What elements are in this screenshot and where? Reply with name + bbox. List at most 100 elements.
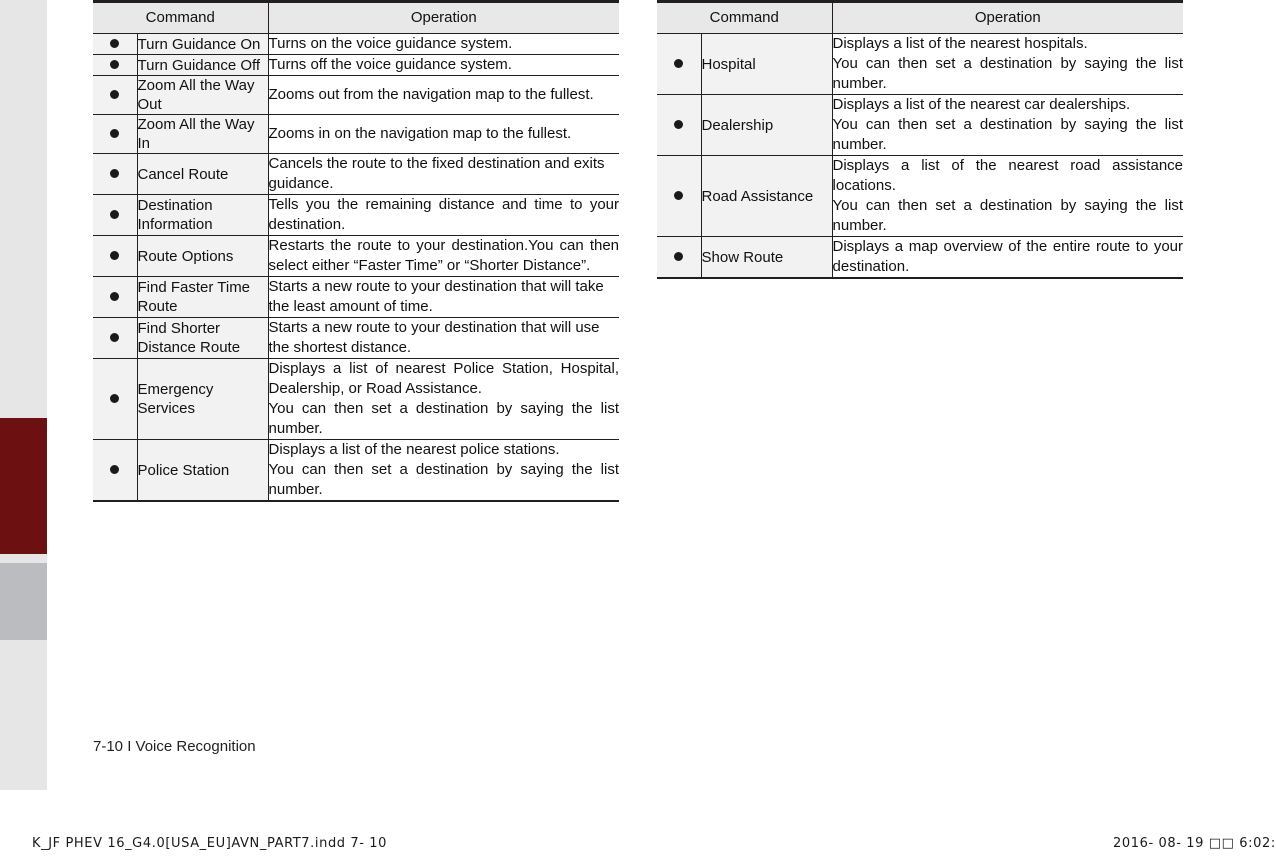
table-row: Find Faster Time Route Starts a new route… [93,276,620,318]
command-cell: Cancel Route [137,153,269,195]
table-body-left: Turn Guidance On Turns on the voice guida… [93,33,620,502]
bullet-icon [110,292,120,301]
print-timestamp: 2016- 08- 19 □□ 6:02:3 [1113,836,1276,851]
column-header-operation: Operation [832,1,1184,34]
command-cell: Find Shorter Distance Route [137,317,269,359]
table-row: Route Options Restarts the route to your … [93,235,620,277]
bullet-icon [110,251,120,260]
operation-line: Starts a new route to your destination t… [268,319,600,356]
table-row: Police Station Displays a list of the nea… [93,439,620,502]
command-cell: Police Station [137,439,269,502]
command-cell: Hospital [701,33,833,95]
operation-cell: Starts a new route to your destination t… [268,317,620,359]
operation-line: You can then set a destination by saying… [832,55,1184,92]
table-row: Show Route Displays a map overview of the… [657,236,1184,279]
operation-line: Displays a list of the nearest car deale… [832,96,1131,113]
bullet-icon [110,60,120,69]
print-info-bar: K_JF PHEV 16_G4.0[USA_EU]AVN_PART7.indd … [0,836,1276,856]
command-cell: Route Options [137,235,269,277]
bullet-icon [110,90,120,99]
operation-line: You can then set a destination by saying… [832,197,1184,234]
column-header-command: Command [93,1,269,34]
operation-line: Restarts the route to your destination.Y… [268,237,620,274]
row-bullet-cell [93,54,138,76]
row-bullet-cell [657,33,702,95]
command-cell: Turn Guidance On [137,33,269,55]
operation-cell: Turns on the voice guidance system. [268,33,620,55]
operation-line: Displays a list of the nearest hospitals… [832,35,1088,52]
operation-line: Displays a map overview of the entire ro… [832,238,1184,275]
row-bullet-cell [93,358,138,440]
row-bullet-cell [93,153,138,195]
table-row: Find Shorter Distance Route Starts a new … [93,317,620,359]
operation-line: You can then set a destination by saying… [832,116,1184,153]
operation-cell: Displays a list of the nearest police st… [268,439,620,502]
bullet-icon [110,465,120,474]
page-footer-label: 7-10 I Voice Recognition [93,738,256,755]
bullet-icon [674,252,684,261]
table-row: Dealership Displays a list of the nearest… [657,94,1184,156]
voice-command-table-left: Command Operation Turn Guidance On Turns … [93,0,620,502]
operation-line: Turns on the voice guidance system. [268,35,513,52]
command-cell: Zoom All the Way In [137,114,269,154]
table-header-row: Command Operation [93,1,620,34]
table-row: Turn Guidance On Turns on the voice guida… [93,33,620,55]
row-bullet-cell [657,236,702,279]
operation-cell: Displays a list of the nearest road assi… [832,155,1184,237]
operation-line: Zooms out from the navigation map to the… [268,86,594,103]
print-filename: K_JF PHEV 16_G4.0[USA_EU]AVN_PART7.indd … [32,836,388,851]
table-body-right: Hospital Displays a list of the nearest h… [657,33,1184,279]
column-header-command: Command [657,1,833,34]
row-bullet-cell [93,75,138,115]
command-cell: Road Assistance [701,155,833,237]
operation-cell: Zooms in on the navigation map to the fu… [268,114,620,154]
column-header-operation: Operation [268,1,620,34]
bullet-icon [110,169,120,178]
table-row: Zoom All the Way In Zooms in on the navig… [93,114,620,154]
command-cell: Destination Information [137,194,269,236]
operation-line: Displays a list of nearest Police Statio… [268,360,620,397]
operation-line: Zooms in on the navigation map to the fu… [268,125,572,142]
operation-line: Turns off the voice guidance system. [268,56,512,73]
operation-line: You can then set a destination by saying… [268,461,620,498]
manual-page: Command Operation Turn Guidance On Turns … [0,0,1276,853]
row-bullet-cell [93,114,138,154]
row-bullet-cell [93,317,138,359]
bullet-icon [110,210,120,219]
table-row: Emergency Services Displays a list of nea… [93,358,620,440]
row-bullet-cell [93,194,138,236]
command-cell: Dealership [701,94,833,156]
right-column: Command Operation Hospital Displays a lis… [657,0,1184,279]
row-bullet-cell [657,94,702,156]
operation-cell: Cancels the route to the fixed destinati… [268,153,620,195]
bullet-icon [110,333,120,342]
command-cell: Emergency Services [137,358,269,440]
bullet-icon [110,39,120,48]
operation-cell: Displays a list of nearest Police Statio… [268,358,620,440]
row-bullet-cell [657,155,702,237]
command-cell: Find Faster Time Route [137,276,269,318]
operation-line: Starts a new route to your destination t… [268,278,604,315]
voice-command-table-right: Command Operation Hospital Displays a lis… [657,0,1184,279]
row-bullet-cell [93,235,138,277]
operation-line: Cancels the route to the fixed destinati… [268,155,605,192]
operation-cell: Turns off the voice guidance system. [268,54,620,76]
bullet-icon [110,129,120,138]
table-row: Turn Guidance Off Turns off the voice gui… [93,54,620,76]
row-bullet-cell [93,276,138,318]
operation-cell: Displays a map overview of the entire ro… [832,236,1184,279]
operation-cell: Displays a list of the nearest hospitals… [832,33,1184,95]
command-cell: Turn Guidance Off [137,54,269,76]
table-header-row: Command Operation [657,1,1184,34]
operation-line: Displays a list of the nearest road assi… [832,157,1184,194]
row-bullet-cell [93,33,138,55]
left-column: Command Operation Turn Guidance On Turns … [93,0,620,502]
command-cell: Zoom All the Way Out [137,75,269,115]
table-row: Road Assistance Displays a list of the ne… [657,155,1184,237]
operation-cell: Starts a new route to your destination t… [268,276,620,318]
table-row: Hospital Displays a list of the nearest h… [657,33,1184,95]
operation-line: You can then set a destination by saying… [268,400,620,437]
bullet-icon [674,191,684,200]
table-row: Zoom All the Way Out Zooms out from the n… [93,75,620,115]
operation-cell: Zooms out from the navigation map to the… [268,75,620,115]
